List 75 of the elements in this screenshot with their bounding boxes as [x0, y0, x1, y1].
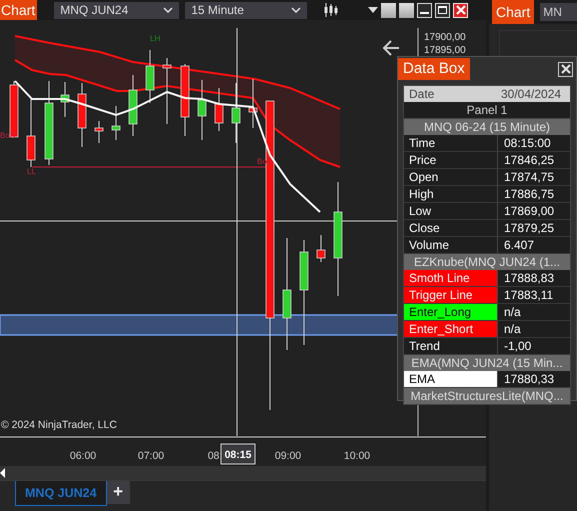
- structure-label: LH: [150, 34, 160, 43]
- maximize-button[interactable]: [435, 2, 450, 18]
- field-label: Price: [404, 152, 498, 168]
- instrument-dropdown[interactable]: MNQ JUN24: [54, 2, 180, 18]
- window-button[interactable]: [399, 2, 414, 18]
- caret-icon[interactable]: [368, 7, 378, 13]
- time-label: 09:00: [274, 450, 302, 462]
- field-label: Smoth Line: [404, 270, 498, 286]
- copyright-text: © 2024 NinjaTrader, LLC: [1, 419, 117, 431]
- add-tab-button[interactable]: +: [106, 481, 130, 504]
- field-label: Time: [404, 135, 498, 151]
- structure-label: BoS: [0, 131, 16, 140]
- field-value: n/a: [503, 304, 522, 320]
- data-box-title: Data Box: [398, 58, 470, 80]
- candlestick: [146, 50, 154, 104]
- interval-dropdown[interactable]: 15 Minute: [185, 2, 308, 18]
- chart-tab[interactable]: Chart: [492, 0, 534, 24]
- time-label: 10:00: [344, 450, 370, 462]
- field-value: 17883,11: [503, 287, 554, 303]
- close-button[interactable]: [558, 62, 573, 76]
- candlestick: [316, 234, 326, 262]
- field-label: Trigger Line: [404, 287, 498, 303]
- date-value: 30/04/2024: [501, 86, 562, 102]
- field-label: High: [404, 186, 498, 202]
- candlestick: [128, 74, 138, 136]
- instrument-dropdown[interactable]: MN: [540, 3, 577, 21]
- section-header: EMA(MNQ JUN24 (15 Min...: [404, 355, 570, 371]
- field-value: 17874,75: [503, 169, 556, 185]
- candlestick: [162, 58, 172, 124]
- field-label: EMA: [404, 371, 498, 387]
- section-header: EZKnube(MNQ JUN24 (1...: [404, 254, 570, 270]
- price-label: 17900,00: [424, 32, 466, 43]
- field-value: n/a: [503, 321, 522, 337]
- candlestick: [248, 78, 258, 128]
- field-value: -1,00: [503, 338, 532, 354]
- candlestick: [214, 88, 224, 132]
- candlestick-icon[interactable]: [324, 3, 338, 17]
- candlestick: [94, 120, 104, 144]
- field-value: 6.407: [503, 237, 536, 253]
- chevron-icon: [291, 7, 302, 13]
- field-label: Enter_Long: [404, 304, 498, 320]
- field-value: 17880,33: [503, 371, 556, 387]
- scroll-left-icon[interactable]: [0, 468, 6, 478]
- section-header: MNQ 06-24 (15 Minute): [404, 119, 570, 135]
- time-label: 07:00: [138, 450, 164, 462]
- crosshair-time-label: 08:15: [220, 444, 256, 464]
- candlestick: [60, 82, 70, 118]
- scrollbar[interactable]: [0, 466, 486, 480]
- minimize-button[interactable]: [417, 2, 432, 18]
- section-header: MarketStructuresLite(MNQ...: [404, 388, 570, 404]
- arrow-left-icon[interactable]: [382, 40, 400, 56]
- field-label: Low: [404, 203, 498, 219]
- candlestick: [232, 82, 240, 144]
- window-button[interactable]: [381, 2, 396, 18]
- field-value: 08:15:00: [503, 135, 552, 151]
- candlestick: [78, 82, 86, 148]
- field-value: 17846,25: [503, 152, 556, 168]
- candlestick: [112, 106, 120, 140]
- field-label: Open: [404, 169, 498, 185]
- chart-tab[interactable]: Chart: [0, 0, 38, 20]
- field-label: Volume: [404, 237, 498, 253]
- field-value: 17888,83: [503, 270, 556, 286]
- field-value: 17869,00: [503, 203, 556, 219]
- field-value: 17879,25: [503, 220, 556, 236]
- candlestick: [198, 80, 206, 140]
- date-label: Date: [408, 86, 436, 102]
- field-label: Close: [404, 220, 498, 236]
- candlestick: [26, 98, 36, 168]
- price-label: 17895,00: [424, 45, 466, 56]
- field-label: Trend: [404, 338, 498, 354]
- chevron-icon: [163, 7, 174, 13]
- field-value: 17886,75: [503, 186, 556, 202]
- time-label: 06:00: [70, 450, 96, 462]
- structure-label: LL: [27, 167, 36, 176]
- field-label: Enter_Short: [404, 321, 498, 337]
